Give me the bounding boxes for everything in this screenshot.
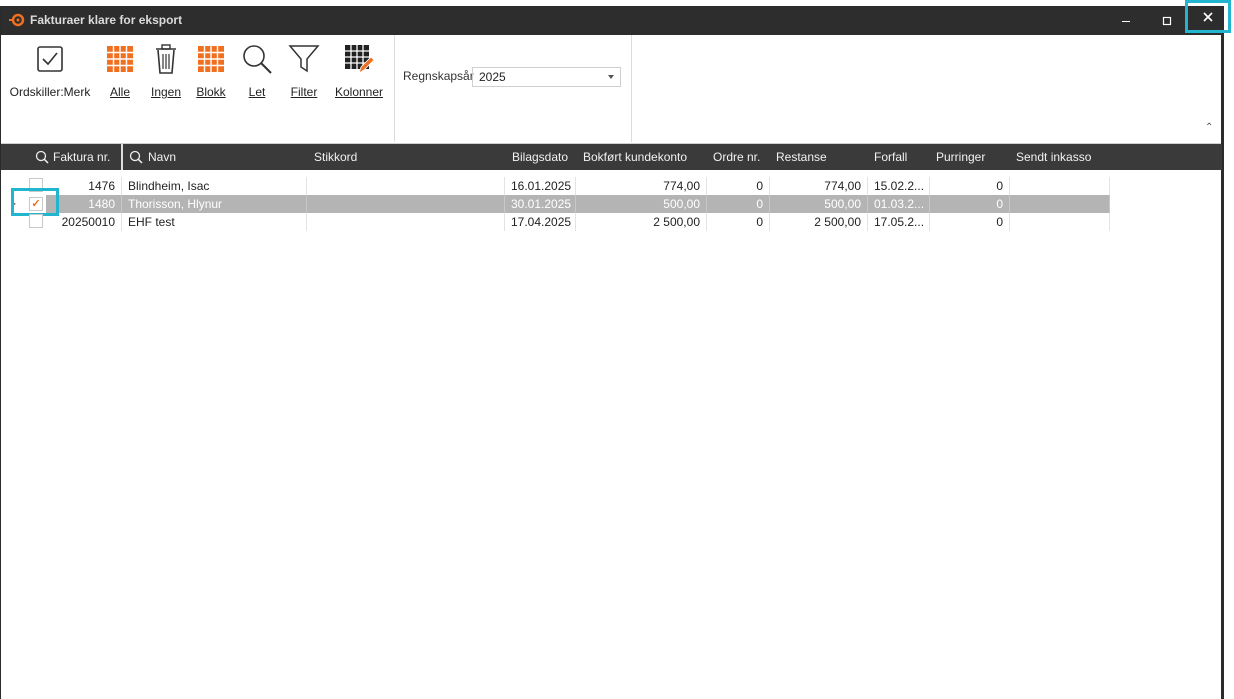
let-label-text: Let	[248, 85, 266, 99]
grid-header: Faktura nr. Navn Stikkord Bilagsdato Bok…	[1, 144, 1222, 170]
col-ordre[interactable]: Ordre nr.	[713, 144, 760, 170]
search-icon[interactable]	[35, 150, 49, 164]
cell-bokfort: 500,00	[576, 195, 707, 213]
row-check-cell	[26, 213, 46, 231]
merk-label: Ordskiller:Merk	[9, 85, 91, 99]
collapse-ribbon-button[interactable]: ⌃	[1205, 122, 1213, 133]
cell-bokfort: 2 500,00	[576, 213, 707, 231]
cell-sendt-inkasso	[1010, 213, 1110, 231]
cell-bilagsdato: 16.01.2025	[505, 177, 576, 195]
let-button[interactable]: Let	[239, 41, 275, 99]
close-icon	[1203, 11, 1213, 22]
filter-button[interactable]: Filter	[285, 41, 323, 99]
col-stikkord[interactable]: Stikkord	[314, 144, 357, 170]
cell-forfall: 15.02.2...	[868, 177, 930, 195]
let-label: Let	[239, 85, 275, 99]
cell-restanse: 500,00	[770, 195, 868, 213]
regnskapsar-select[interactable]: 2025	[472, 67, 621, 87]
table-row[interactable]: 20250010 EHF test 17.04.2025 2 500,00 0 …	[1, 213, 1222, 231]
regnskapsar-label: Regnskapsår	[403, 69, 474, 83]
cell-restanse: 2 500,00	[770, 213, 868, 231]
blokk-label: Blokk	[193, 85, 229, 99]
column-divider	[121, 144, 123, 170]
table-row[interactable]: 1476 Blindheim, Isac 16.01.2025 774,00 0…	[1, 177, 1222, 195]
alle-button[interactable]: Alle	[102, 41, 138, 99]
main-window: Fakturaer klare for eksport Ordskiller:M…	[0, 0, 1231, 699]
kolonner-button[interactable]: Kolonner	[333, 41, 385, 99]
kolonner-label: Kolonner	[333, 85, 385, 99]
cell-faktura: 20250010	[46, 213, 122, 231]
maximize-button[interactable]	[1147, 6, 1187, 35]
maximize-icon	[1162, 16, 1172, 25]
cell-ordre: 0	[707, 213, 770, 231]
table-row-selected[interactable]: 1480 Thorisson, Hlynur 30.01.2025 500,00…	[46, 195, 1110, 213]
col-bilagsdato[interactable]: Bilagsdato	[512, 144, 568, 170]
col-faktura[interactable]: Faktura nr.	[53, 144, 110, 170]
grid-orange-icon	[107, 46, 133, 72]
cell-navn: Blindheim, Isac	[122, 177, 307, 195]
cell-navn: Thorisson, Hlynur	[122, 195, 307, 213]
cell-purringer: 0	[930, 177, 1010, 195]
close-button[interactable]	[1185, 0, 1231, 33]
filter-icon	[288, 45, 320, 73]
minimize-button[interactable]	[1106, 6, 1146, 35]
filter-label: Filter	[285, 85, 323, 99]
search-icon	[243, 45, 272, 74]
cell-forfall: 01.03.2...	[868, 195, 930, 213]
ingen-button[interactable]: Ingen	[148, 41, 184, 99]
col-forfall[interactable]: Forfall	[874, 144, 907, 170]
cell-purringer: 0	[930, 195, 1010, 213]
col-bokfort[interactable]: Bokført kundekonto	[583, 144, 687, 170]
cell-bilagsdato: 30.01.2025	[505, 195, 576, 213]
grid-orange-icon	[198, 46, 224, 72]
col-navn[interactable]: Navn	[148, 144, 176, 170]
search-icon[interactable]	[129, 150, 143, 164]
app-logo-icon	[9, 13, 25, 27]
alle-label-text: Alle	[109, 85, 130, 99]
ingen-label: Ingen	[148, 85, 184, 99]
cell-navn: EHF test	[122, 213, 307, 231]
col-purringer[interactable]: Purringer	[936, 144, 985, 170]
cell-stikkord	[307, 195, 505, 213]
cell-bilagsdato: 17.04.2025	[505, 213, 576, 231]
cell-stikkord	[307, 177, 505, 195]
cell-stikkord	[307, 213, 505, 231]
title-bar: Fakturaer klare for eksport	[1, 0, 1231, 35]
cell-bokfort: 774,00	[576, 177, 707, 195]
minimize-icon	[1122, 20, 1130, 22]
ribbon: Ordskiller:Merk Alle Ingen Blokk Let Fil…	[1, 35, 1221, 144]
checkbox-highlight	[11, 188, 59, 216]
filter-label-text: Filter	[290, 85, 318, 99]
col-sendt-inkasso[interactable]: Sendt inkasso	[1016, 144, 1091, 170]
regnskapsar-value: 2025	[479, 70, 506, 84]
cell-ordre: 0	[707, 177, 770, 195]
columns-edit-icon	[345, 45, 375, 74]
chevron-down-icon	[608, 75, 614, 79]
cell-sendt-inkasso	[1010, 177, 1110, 195]
row-checkbox[interactable]	[29, 214, 43, 228]
merk-button[interactable]: Ordskiller:Merk	[9, 41, 91, 99]
blokk-button[interactable]: Blokk	[193, 41, 229, 99]
col-restanse[interactable]: Restanse	[776, 144, 827, 170]
cell-ordre: 0	[707, 195, 770, 213]
checkbox-icon	[37, 46, 63, 72]
trash-icon	[156, 44, 176, 74]
alle-label: Alle	[102, 85, 138, 99]
cell-purringer: 0	[930, 213, 1010, 231]
cell-forfall: 17.05.2...	[868, 213, 930, 231]
kolonner-label-text: Kolonner	[334, 85, 384, 99]
cell-sendt-inkasso	[1010, 195, 1110, 213]
window-title: Fakturaer klare for eksport	[30, 13, 183, 27]
cell-restanse: 774,00	[770, 177, 868, 195]
blokk-label-text: Blokk	[196, 85, 226, 99]
ingen-label-text: Ingen	[150, 85, 182, 99]
ribbon-group-regnskapsar	[394, 35, 632, 142]
